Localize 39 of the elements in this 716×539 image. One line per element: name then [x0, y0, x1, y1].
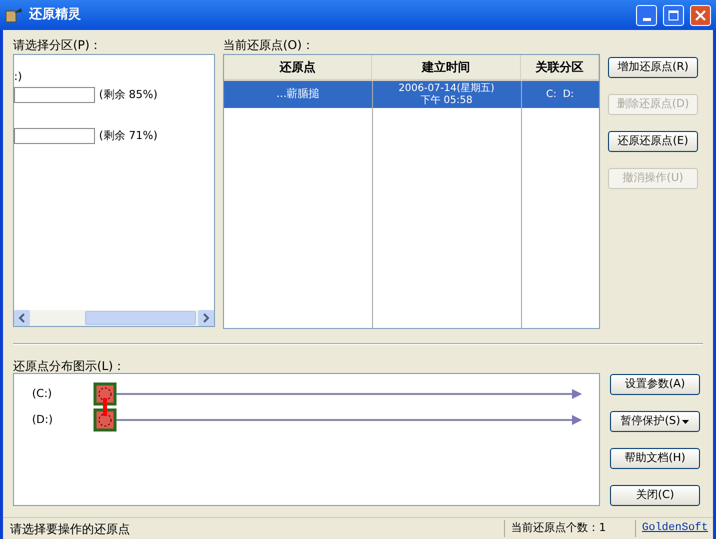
horizontal-scrollbar[interactable]: [14, 310, 214, 326]
minimize-button[interactable]: [636, 4, 657, 26]
column-header[interactable]: 还原点: [224, 55, 372, 79]
maximize-icon: [668, 10, 679, 20]
scroll-right-icon[interactable]: [198, 310, 214, 326]
distribution-label: 还原点分布图示(L)：: [13, 358, 126, 373]
table-cell-text: C: D:: [545, 88, 575, 102]
table-cell-text: ...蘄腯搥: [275, 86, 321, 102]
partition-name[interactable]: :): [14, 69, 214, 83]
caret-icon: [682, 420, 690, 424]
action-button[interactable]: 关闭(C): [610, 485, 700, 506]
column-header[interactable]: 关联分区: [521, 55, 599, 79]
drive-label: (C:): [32, 386, 53, 402]
restore-point-marker-drawing[interactable]: [94, 382, 116, 432]
action-button[interactable]: 增加还原点(R): [608, 57, 698, 78]
table-cell: 2006-07-14(星期五): [398, 82, 494, 94]
goldensoft-link[interactable]: GoldenSoft: [635, 520, 713, 537]
app-icon: [5, 6, 23, 24]
maximize-button[interactable]: [663, 4, 684, 26]
restore-points-label: 当前还原点(O)：: [223, 37, 315, 54]
scroll-left-icon[interactable]: [14, 310, 30, 326]
action-button[interactable]: 设置参数(A): [610, 374, 700, 395]
action-button[interactable]: 暂停保护(S): [610, 411, 700, 432]
free-space-text: (剩余 85%): [99, 87, 158, 103]
minimize-icon: [642, 18, 650, 20]
action-button[interactable]: 还原还原点(E): [608, 131, 698, 152]
partition-label: 请选择分区(P)：: [13, 37, 103, 54]
window-title: 还原精灵: [29, 6, 82, 24]
status-message: 请选择要操作的还原点: [9, 520, 131, 538]
scroll-thumb[interactable]: [85, 311, 196, 325]
drive-label: (D:): [32, 412, 53, 428]
close-button[interactable]: [690, 4, 711, 26]
table-row[interactable]: ...蘄腯搥 2006-07-14(星期五) 下午 05:58 C: D:: [224, 81, 599, 108]
restore-point-count: 当前还原点个数：1: [504, 520, 632, 537]
column-header[interactable]: 建立时间: [372, 55, 521, 79]
free-space-text: (剩余 71%): [99, 128, 158, 144]
table-cell: 下午 05:58: [420, 94, 472, 106]
close-icon: [695, 10, 706, 20]
action-button[interactable]: 帮助文档(H): [610, 448, 700, 469]
